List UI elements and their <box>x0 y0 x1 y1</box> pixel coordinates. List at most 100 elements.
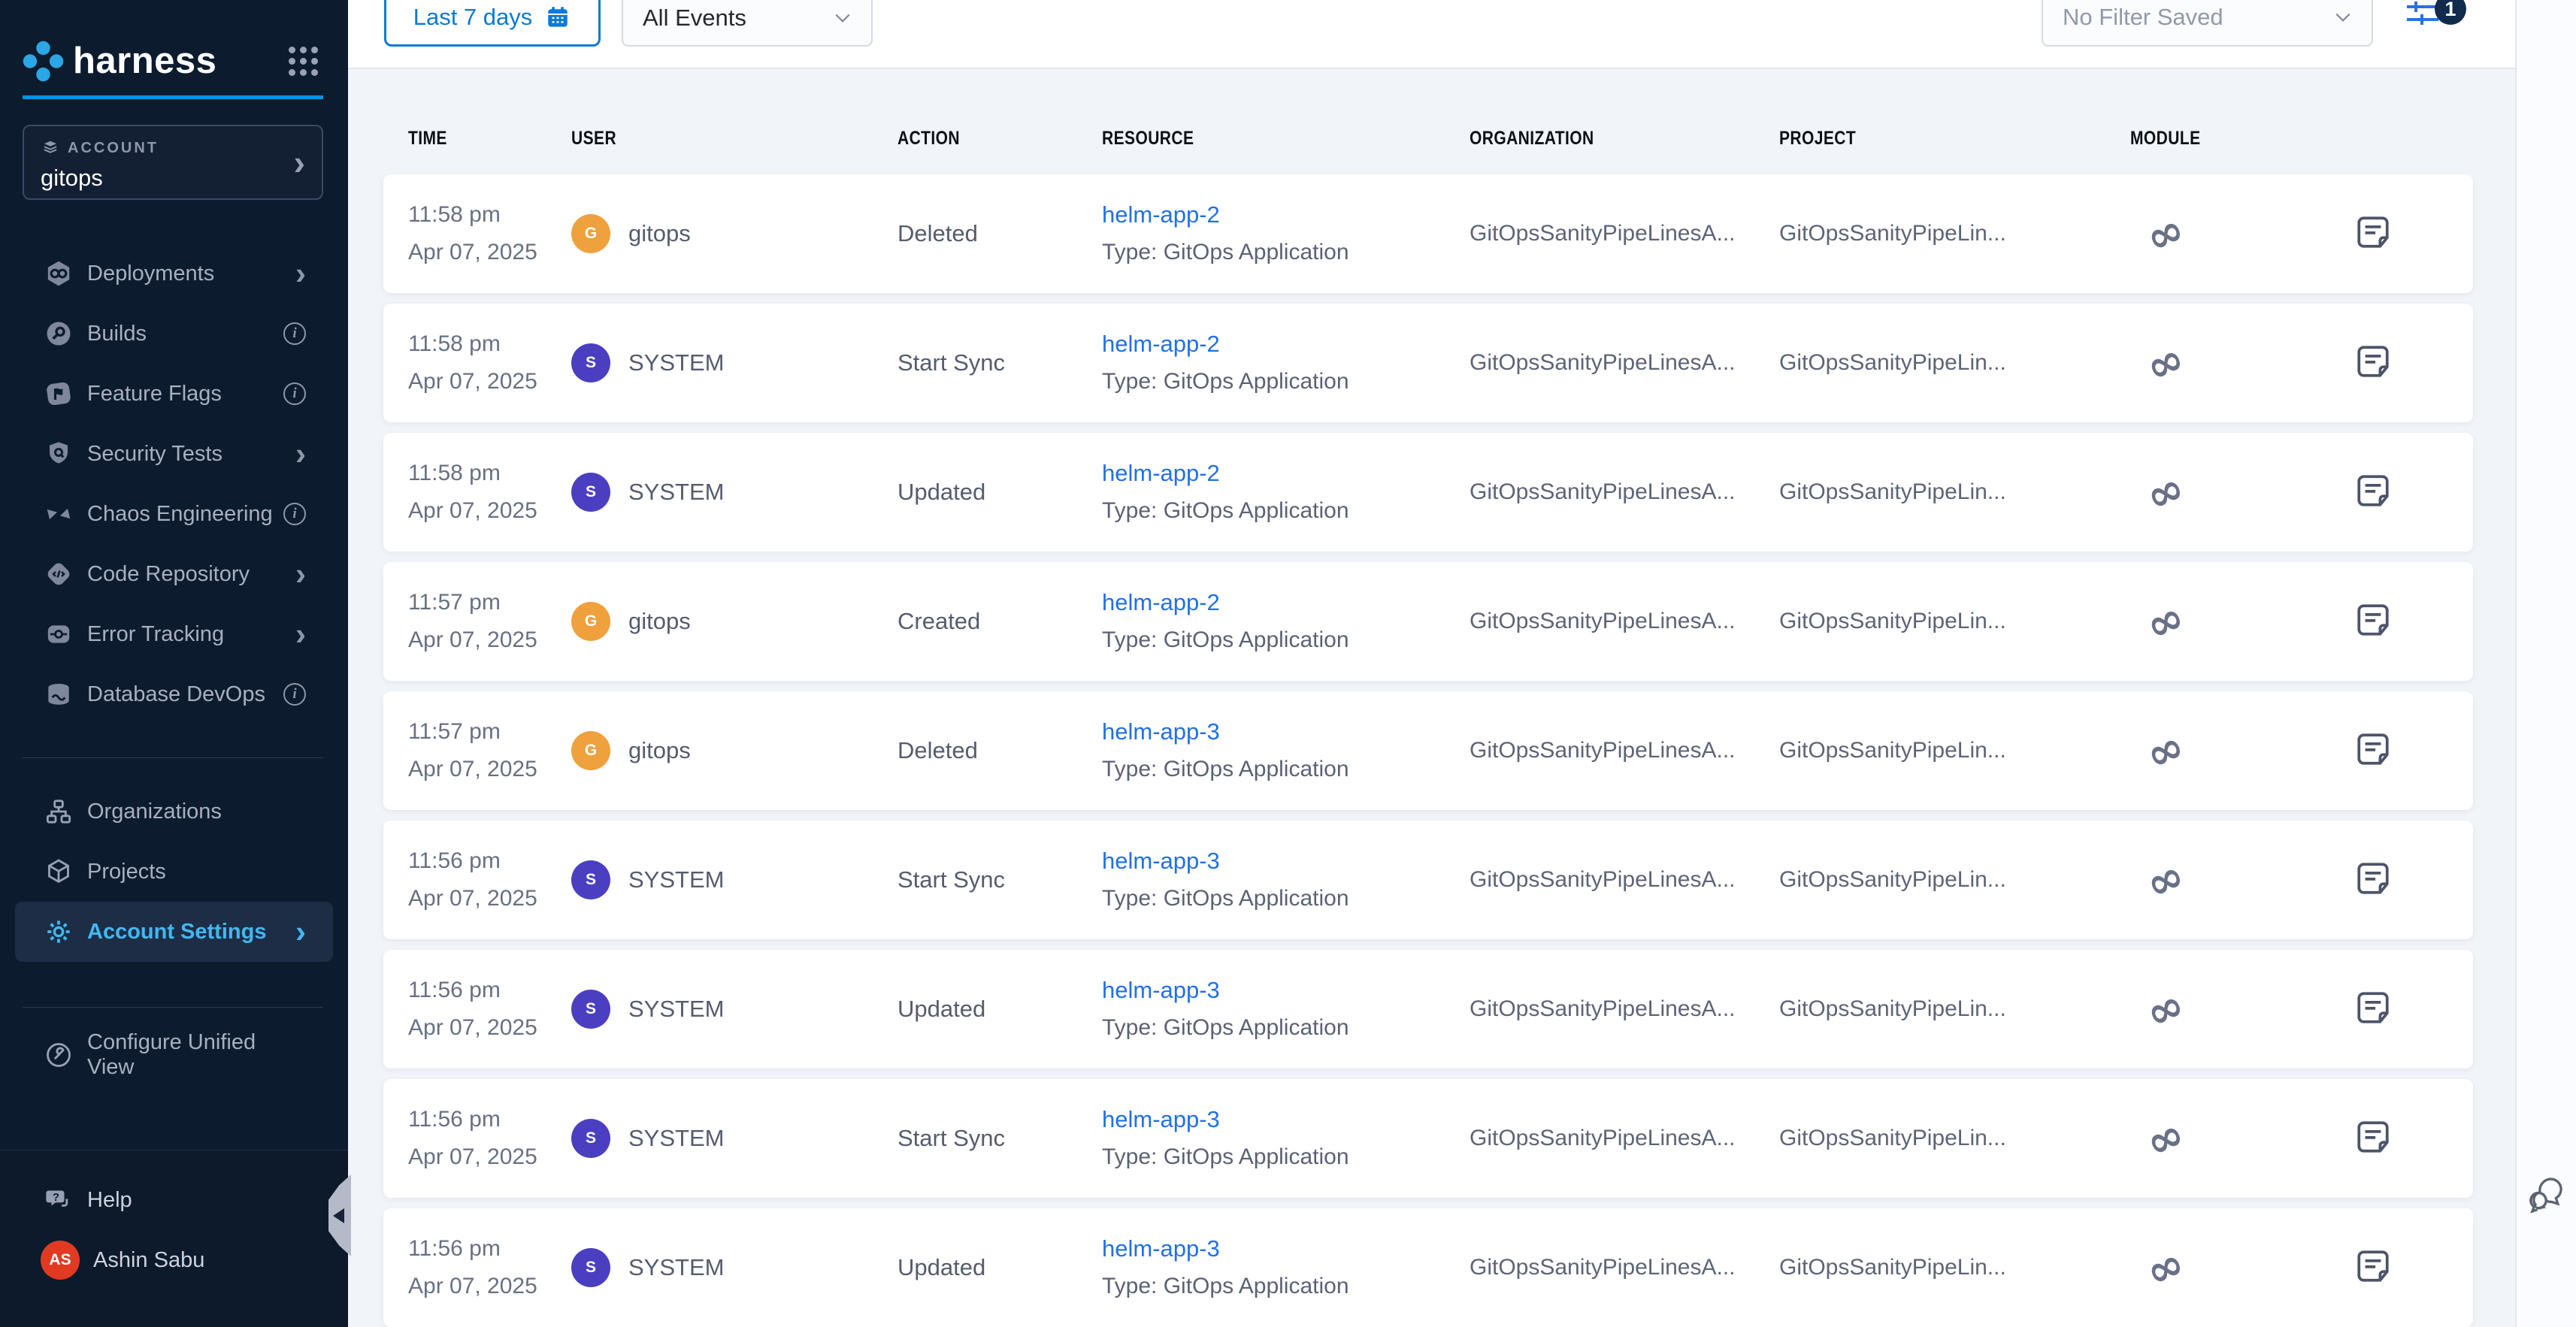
sidebar-item-projects[interactable]: Projects <box>0 842 348 902</box>
resource-type: Type: GitOps Application <box>1102 363 1470 401</box>
account-selector[interactable]: ACCOUNT gitops › <box>23 125 323 200</box>
saved-filter-select[interactable]: No Filter Saved <box>2042 0 2373 47</box>
event-summary-note-icon[interactable] <box>2354 860 2392 897</box>
event-time: 11:58 pm <box>408 455 571 492</box>
sidebar-item-code-repository[interactable]: Code Repository › <box>0 544 348 604</box>
security-tests-icon <box>44 439 74 469</box>
event-summary-note-icon[interactable] <box>2354 989 2392 1026</box>
event-summary-note-icon[interactable] <box>2354 213 2392 251</box>
resource-type: Type: GitOps Application <box>1102 880 1470 917</box>
sidebar-item-configure-unified-view[interactable]: Configure Unified View <box>0 1025 348 1085</box>
event-summary-note-icon[interactable] <box>2354 343 2392 380</box>
module-cell: ∞ <box>2130 987 2354 1031</box>
organization-cell: GitOpsSanityPipeLinesA... <box>1470 867 1779 893</box>
table-row: 11:57 pm Apr 07, 2025 G gitops Deleted h… <box>383 691 2473 810</box>
column-header-resource: RESOURCE <box>1102 128 1411 150</box>
organization-cell: GitOpsSanityPipeLinesA... <box>1470 1126 1779 1151</box>
sidebar-item-error-tracking[interactable]: Error Tracking › <box>0 604 348 664</box>
user-cell: S SYSTEM <box>571 990 898 1029</box>
time-cell: 11:58 pm Apr 07, 2025 <box>408 455 571 530</box>
user-name: gitops <box>628 737 691 764</box>
event-summary-note-icon[interactable] <box>2354 1247 2392 1285</box>
user-cell: S SYSTEM <box>571 343 898 382</box>
resource-type: Type: GitOps Application <box>1102 621 1470 659</box>
time-cell: 11:57 pm Apr 07, 2025 <box>408 584 571 659</box>
resource-link[interactable]: helm-app-3 <box>1102 1230 1470 1268</box>
resource-cell: helm-app-3 Type: GitOps Application <box>1102 1230 1470 1305</box>
info-icon[interactable]: i <box>283 683 306 706</box>
column-header-project: PROJECT <box>1779 128 2074 150</box>
action-cell: Updated <box>898 479 1102 506</box>
user-cell: S SYSTEM <box>571 1248 898 1287</box>
resource-cell: helm-app-2 Type: GitOps Application <box>1102 455 1470 530</box>
sidebar-footer: ? Help AS Ashin Sabu <box>0 1150 348 1327</box>
sidebar-item-chaos-engineering[interactable]: Chaos Engineering i <box>0 484 348 544</box>
module-cell: ∞ <box>2130 1246 2354 1289</box>
resource-cell: helm-app-2 Type: GitOps Application <box>1102 325 1470 401</box>
event-type-select[interactable]: All Events <box>622 0 873 47</box>
support-chat-icon[interactable] <box>2526 1174 2566 1216</box>
chaos-engineering-icon <box>44 499 74 529</box>
user-menu[interactable]: AS Ashin Sabu <box>0 1230 348 1290</box>
user-cell: S SYSTEM <box>571 473 898 512</box>
resource-link[interactable]: helm-app-2 <box>1102 196 1470 234</box>
module-cell: ∞ <box>2130 600 2354 643</box>
resource-link[interactable]: helm-app-2 <box>1102 584 1470 621</box>
project-cell: GitOpsSanityPipeLin... <box>1779 350 2130 376</box>
table-row: 11:58 pm Apr 07, 2025 S SYSTEM Updated h… <box>383 433 2473 552</box>
user-avatar: G <box>571 731 610 770</box>
info-icon[interactable]: i <box>283 382 306 405</box>
date-range-button[interactable]: Last 7 days <box>384 0 601 47</box>
info-icon[interactable]: i <box>283 322 306 345</box>
event-summary-note-icon[interactable] <box>2354 1118 2392 1156</box>
resource-link[interactable]: helm-app-3 <box>1102 842 1470 880</box>
module-nav: Deployments › Builds i Feature Flags i S… <box>0 243 348 724</box>
account-label: ACCOUNT <box>68 140 159 157</box>
resource-link[interactable]: helm-app-3 <box>1102 972 1470 1009</box>
sidebar-item-builds[interactable]: Builds i <box>0 304 348 364</box>
app-switcher-icon[interactable] <box>289 47 318 76</box>
sidebar-item-feature-flags[interactable]: Feature Flags i <box>0 364 348 424</box>
audit-table: 11:58 pm Apr 07, 2025 G gitops Deleted h… <box>383 174 2473 1327</box>
chevron-left-icon <box>333 1208 344 1223</box>
gitops-module-icon: ∞ <box>2139 1111 2190 1166</box>
event-date: Apr 07, 2025 <box>408 880 571 917</box>
sidebar-item-organizations[interactable]: Organizations <box>0 781 348 842</box>
event-time: 11:57 pm <box>408 713 571 751</box>
sidebar-item-database-devops[interactable]: Database DevOps i <box>0 664 348 724</box>
event-summary-cell <box>2354 860 2473 901</box>
resource-link[interactable]: helm-app-3 <box>1102 713 1470 751</box>
info-icon[interactable]: i <box>283 503 306 525</box>
filter-panel-button[interactable]: 1 <box>2404 0 2494 39</box>
sidebar-item-security-tests[interactable]: Security Tests › <box>0 424 348 484</box>
resource-link[interactable]: helm-app-3 <box>1102 1101 1470 1138</box>
accent-underline <box>23 95 323 99</box>
column-header-organization: ORGANIZATION <box>1470 128 1730 150</box>
event-date: Apr 07, 2025 <box>408 363 571 401</box>
user-name: SYSTEM <box>628 996 724 1023</box>
audit-trail-content: TIME USER ACTION RESOURCE ORGANIZATION P… <box>348 71 2515 1327</box>
event-summary-note-icon[interactable] <box>2354 730 2392 768</box>
time-cell: 11:56 pm Apr 07, 2025 <box>408 972 571 1047</box>
feature-flags-icon <box>44 379 74 409</box>
project-cell: GitOpsSanityPipeLin... <box>1779 1126 2130 1151</box>
sidebar-item-account-settings[interactable]: Account Settings › <box>15 902 333 962</box>
sidebar-item-deployments[interactable]: Deployments › <box>0 243 348 304</box>
resource-type: Type: GitOps Application <box>1102 492 1470 530</box>
event-summary-cell <box>2354 472 2473 513</box>
brand-name: harness <box>73 40 216 82</box>
help-button[interactable]: ? Help <box>0 1170 348 1230</box>
event-summary-note-icon[interactable] <box>2354 472 2392 509</box>
resource-type: Type: GitOps Application <box>1102 1009 1470 1047</box>
event-summary-cell <box>2354 1118 2473 1159</box>
event-summary-note-icon[interactable] <box>2354 601 2392 639</box>
resource-link[interactable]: helm-app-2 <box>1102 455 1470 492</box>
column-header-time: TIME <box>408 128 545 150</box>
organization-cell: GitOpsSanityPipeLinesA... <box>1470 350 1779 376</box>
time-cell: 11:58 pm Apr 07, 2025 <box>408 325 571 401</box>
resource-link[interactable]: helm-app-2 <box>1102 325 1470 363</box>
action-cell: Start Sync <box>898 349 1102 376</box>
gitops-module-icon: ∞ <box>2139 724 2190 778</box>
user-cell: S SYSTEM <box>571 1119 898 1158</box>
utility-nav: Configure Unified View <box>0 1025 348 1085</box>
